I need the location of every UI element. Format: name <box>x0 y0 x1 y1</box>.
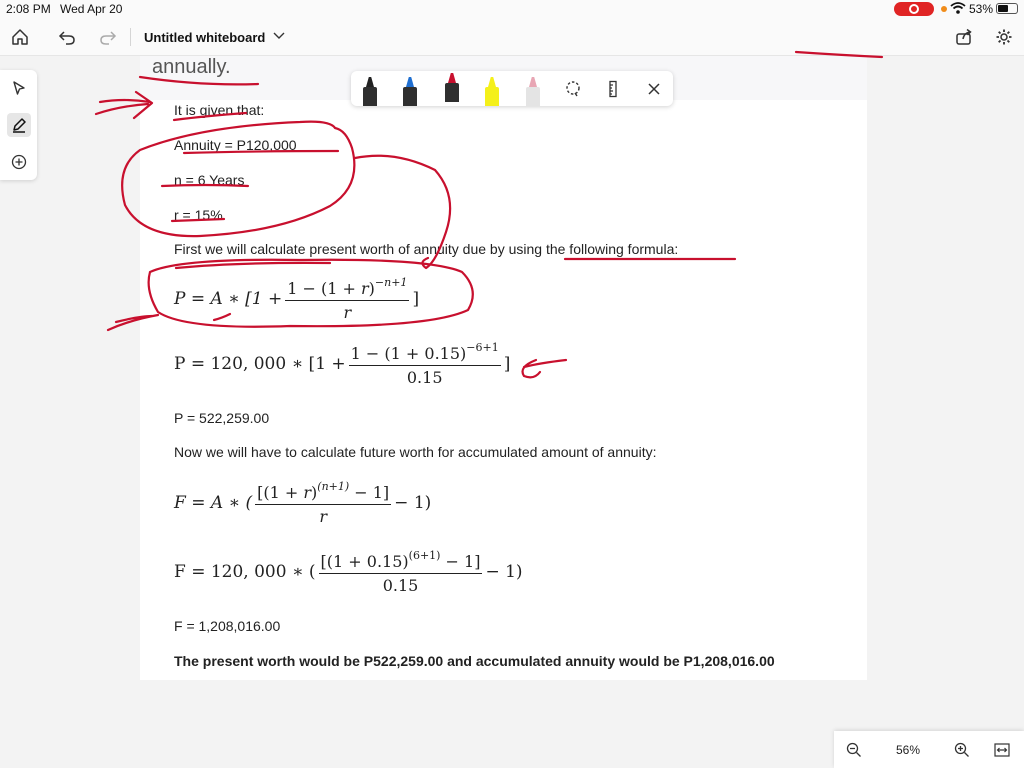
add-icon[interactable] <box>7 150 31 174</box>
given-intro: It is given that: <box>174 102 265 118</box>
gear-icon[interactable] <box>993 26 1015 48</box>
undo-icon[interactable] <box>56 26 78 48</box>
future-worth-calculation: F = 120, 000 ∗ ( [(1 + 0.15)(6+1) − 1] 0… <box>174 549 523 595</box>
section-heading: annually. <box>152 56 231 78</box>
f-calc-lhs: F = 120, 000 ∗ ( <box>174 562 316 582</box>
f-formula-lhs: F = A ∗ ( <box>174 493 253 513</box>
formula-fraction: 1 − (1 + r)−n+1 r <box>285 276 410 322</box>
share-icon[interactable] <box>953 26 975 48</box>
present-worth-result: P = 522,259.00 <box>174 410 270 426</box>
status-time: 2:08 PM <box>6 2 51 16</box>
eraser[interactable] <box>525 77 541 106</box>
future-worth-formula: F = A ∗ ( [(1 + r)(n+1) − 1] r − 1) <box>174 480 431 526</box>
numerator-variable: r <box>361 279 369 298</box>
mic-indicator-icon <box>941 6 947 12</box>
first-step-text: First we will calculate present worth of… <box>174 241 679 257</box>
screen-recording-icon <box>894 2 934 16</box>
f-formula-close: − 1) <box>394 493 432 513</box>
calc-exponent: −6+1 <box>466 341 499 354</box>
f-numerator-tail: − 1] <box>349 483 390 502</box>
fit-width-icon[interactable] <box>992 740 1012 760</box>
close-icon[interactable] <box>643 78 665 100</box>
formula-numerator: 1 − (1 + r)−n+1 <box>285 276 410 301</box>
calc-numerator: 1 − (1 + 0.15)−6+1 <box>348 341 501 366</box>
present-worth-calculation: P = 120, 000 ∗ [1 + 1 − (1 + 0.15)−6+1 0… <box>174 341 510 387</box>
f-formula-numerator: [(1 + r)(n+1) − 1] <box>255 480 392 505</box>
annuity-value: Annuity = P120,000 <box>174 137 297 153</box>
blue-pen[interactable] <box>402 77 418 106</box>
f-calc-numerator-tail: − 1] <box>440 552 481 571</box>
status-bar: 2:08 PM Wed Apr 20 53% <box>0 0 1024 18</box>
formula-lhs: P = A ∗ [1 + <box>174 289 283 309</box>
conclusion-text: The present worth would be P522,259.00 a… <box>174 653 775 669</box>
formula-exponent: −n+1 <box>374 276 408 289</box>
calc-close: ] <box>503 354 511 374</box>
app-toolbar: Untitled whiteboard <box>0 18 1024 56</box>
home-icon[interactable] <box>9 26 31 48</box>
whiteboard-document[interactable]: annually. It is given that: Annuity = P1… <box>140 56 867 680</box>
future-worth-result: F = 1,208,016.00 <box>174 618 281 634</box>
status-date: Wed Apr 20 <box>60 2 123 16</box>
formula-close: ] <box>412 289 420 309</box>
zoom-bar: 56% <box>834 731 1024 768</box>
f-calc-numerator: [(1 + 0.15)(6+1) − 1] <box>318 549 483 574</box>
f-formula-exponent: (n+1) <box>317 480 350 493</box>
f-numerator-variable: r <box>303 483 312 502</box>
pen-icon[interactable] <box>7 113 31 137</box>
yellow-highlighter[interactable] <box>484 77 500 106</box>
present-worth-formula: P = A ∗ [1 + 1 − (1 + r)−n+1 r ] <box>174 276 419 322</box>
second-step-text: Now we will have to calculate future wor… <box>174 444 657 460</box>
zoom-in-icon[interactable] <box>952 740 972 760</box>
calc-fraction: 1 − (1 + 0.15)−6+1 0.15 <box>348 341 501 387</box>
zoom-out-icon[interactable] <box>844 740 864 760</box>
calc-lhs: P = 120, 000 ∗ [1 + <box>174 354 346 374</box>
battery-icon <box>996 3 1018 14</box>
calc-denominator: 0.15 <box>406 368 443 387</box>
r-value: r = 15% <box>174 207 223 223</box>
toolbar-divider <box>130 28 131 46</box>
wifi-icon <box>950 1 966 18</box>
f-calc-numerator-text: [(1 + 0.15) <box>320 552 409 571</box>
f-formula-denominator: r <box>319 507 327 526</box>
f-calc-close: − 1) <box>485 562 523 582</box>
zoom-level: 56% <box>896 743 921 757</box>
ruler-icon[interactable] <box>602 78 624 100</box>
left-tool-rail <box>0 70 37 180</box>
lasso-icon[interactable] <box>562 78 584 100</box>
f-calc-denominator: 0.15 <box>382 576 419 595</box>
battery-percent: 53% <box>969 2 994 16</box>
red-pen[interactable] <box>444 73 460 102</box>
f-calc-fraction: [(1 + 0.15)(6+1) − 1] 0.15 <box>318 549 483 595</box>
n-value: n = 6 Years <box>174 172 245 188</box>
f-formula-fraction: [(1 + r)(n+1) − 1] r <box>255 480 392 526</box>
select-arrow-icon[interactable] <box>7 76 31 100</box>
document-title[interactable]: Untitled whiteboard <box>144 30 265 45</box>
pen-palette <box>351 71 673 106</box>
formula-denominator: r <box>343 303 352 322</box>
redo-icon[interactable] <box>97 26 119 48</box>
f-numerator-part: [(1 + <box>257 483 304 502</box>
f-calc-exponent: (6+1) <box>408 549 441 562</box>
numerator-part: 1 − (1 + <box>287 279 361 298</box>
black-pen[interactable] <box>362 77 378 106</box>
chevron-down-icon[interactable] <box>272 29 286 43</box>
calc-numerator-text: 1 − (1 + 0.15) <box>350 344 467 363</box>
